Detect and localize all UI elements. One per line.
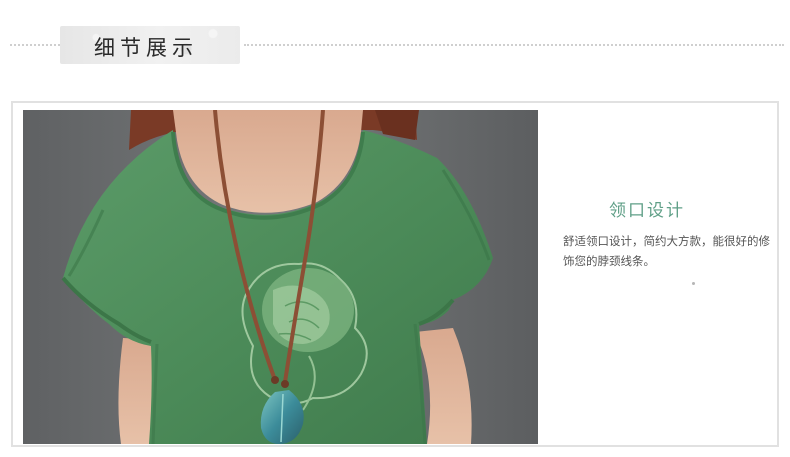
decorative-dot (692, 282, 695, 285)
section-header: 细节展示 (0, 0, 790, 80)
header-dotted-line-left (10, 44, 60, 46)
header-dotted-line-right (244, 44, 784, 46)
product-detail-photo (23, 110, 538, 444)
section-title-badge: 细节展示 (60, 26, 240, 64)
detail-title: 领口设计 (609, 201, 685, 221)
detail-description: 舒适领口设计，简约大方款，能很好的修饰您的脖颈线条。 (563, 234, 770, 268)
detail-panel: 领口设计 舒适领口设计，简约大方款，能很好的修饰您的脖颈线条。 (11, 101, 779, 447)
section-title: 细节展示 (94, 36, 198, 60)
